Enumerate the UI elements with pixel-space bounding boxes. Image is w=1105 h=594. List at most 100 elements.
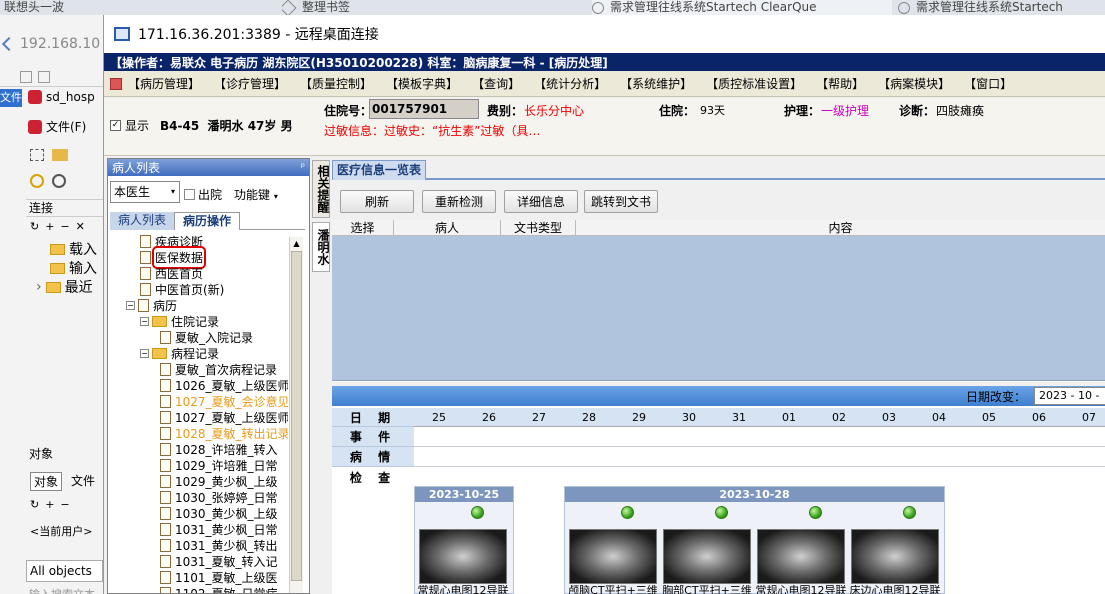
column-doc-type[interactable]: 文书类型 (501, 220, 576, 236)
scroll-thumb[interactable] (291, 251, 302, 581)
tree-item[interactable]: 1028_夏敏_转出记录 (160, 425, 288, 441)
exam-thumbnail[interactable] (757, 529, 845, 584)
select-icon[interactable] (30, 149, 44, 161)
tree-item[interactable]: 1031_黄少枫_转出 (160, 537, 278, 553)
tree-item[interactable]: 疾病诊断 (140, 233, 203, 249)
tree-item[interactable]: 1030_黄少枫_上级 (160, 505, 278, 521)
tree-item-label: 1028_夏敏_转出记录 (175, 426, 288, 441)
host-toolbar (0, 67, 103, 87)
tree-item[interactable]: 1030_张婷婷_日常 (160, 489, 278, 505)
open-folder-icon[interactable] (52, 149, 68, 161)
menu-case-module[interactable]: 【病案模块】 (878, 75, 950, 92)
tree-item[interactable]: 夏敏_首次病程记录 (160, 361, 277, 377)
recheck-button[interactable]: 重新检测 (422, 190, 496, 213)
column-patient[interactable]: 病人 (394, 220, 501, 236)
menu-qc-standard[interactable]: 【质控标准设置】 (706, 75, 802, 92)
tree-item[interactable]: 西医首页 (140, 265, 203, 281)
menu-record-mgmt[interactable]: 【病历管理】 (128, 75, 200, 92)
document-icon (160, 522, 171, 536)
browser-tab[interactable]: 需求管理往线系统Startech ClearQue (592, 0, 892, 15)
tree-item[interactable]: 中医首页(新) (140, 281, 224, 297)
records-grid-body[interactable] (332, 236, 1105, 381)
menu-quality-control[interactable]: 【质量控制】 (300, 75, 372, 92)
app-titlebar: 【操作者：易联众 电子病历 湖东院区(H35010200228) 科室：脑病康复… (104, 53, 1105, 71)
database-icon (28, 90, 42, 104)
tree-item[interactable]: 1028_许培雅_转入 (160, 441, 278, 457)
object-filter-select[interactable]: All objects (26, 560, 103, 582)
db-node[interactable]: sd_hosp (28, 90, 95, 104)
exam-thumbnail[interactable] (419, 529, 507, 584)
tree-item[interactable]: 1102_夏敏_日常病 (160, 585, 278, 593)
conn-item[interactable]: › 最近 (36, 277, 93, 297)
tab-files[interactable]: 文件 (68, 472, 98, 491)
tree-item[interactable]: − 病程记录 (140, 345, 219, 361)
gear-icon[interactable] (52, 174, 66, 188)
menu-treatment-mgmt[interactable]: 【诊疗管理】 (214, 75, 286, 92)
refresh-button[interactable]: 刷新 (340, 190, 414, 213)
host-menu-file[interactable]: 文件 (0, 89, 22, 107)
jump-to-doc-button[interactable]: 跳转到文书 (584, 190, 658, 213)
date-picker[interactable]: 2023 - 10 - (1034, 387, 1105, 405)
tree-item[interactable]: 1027_夏敏_会诊意见 (160, 393, 288, 409)
remote-desktop-window: 171.16.36.201:3389 - 远程桌面连接 【操作者：易联众 电子病… (103, 15, 1105, 594)
browser-tab[interactable]: 整理书签 (282, 0, 502, 15)
show-checkbox[interactable]: ✓ 显示 (110, 117, 149, 134)
tree-item[interactable]: 医保数据 (140, 245, 207, 269)
exam-thumbnail[interactable] (569, 529, 657, 584)
function-key-menu[interactable]: 功能键 ▾ (234, 186, 278, 203)
file-menu[interactable]: 文件(F) (28, 118, 86, 135)
tree-item[interactable]: 1027_夏敏_上级医师 (160, 409, 288, 425)
date-change-label: 日期改变： (966, 390, 1027, 404)
tab-medical-overview[interactable]: 医疗信息一览表 (332, 160, 427, 180)
exam-thumbnail[interactable] (663, 529, 751, 584)
address-bar[interactable]: 192.168.10 (0, 29, 103, 59)
browser-tab[interactable]: 联想头一波 (4, 0, 100, 15)
scroll-up-icon[interactable]: ▲ (290, 237, 303, 251)
menu-system[interactable]: 【系统维护】 (620, 75, 692, 92)
search-input[interactable]: 输入搜索文本 (26, 585, 103, 594)
browser-tab[interactable]: 需求管理往线系统Startech (898, 0, 1105, 15)
conn-item[interactable]: 载入 (50, 239, 97, 259)
collapse-toggle-icon[interactable]: − (140, 348, 149, 358)
tab-objects[interactable]: 对象 (30, 472, 63, 491)
tree-item[interactable]: 1031_夏敏_转入记 (160, 553, 278, 569)
tab-record-ops[interactable]: 病历操作 (174, 212, 240, 230)
show-label: 显示 (125, 119, 150, 133)
document-icon (160, 586, 171, 593)
key-icon[interactable] (30, 174, 44, 188)
tree-item[interactable]: 1029_黄少枫_上级 (160, 473, 278, 489)
collapse-toggle-icon[interactable]: − (140, 316, 149, 326)
details-button[interactable]: 详细信息 (504, 190, 578, 213)
status-ok-icon (621, 506, 634, 519)
menu-window[interactable]: 【窗口】 (964, 75, 1012, 92)
tree-item[interactable]: 1029_许培雅_日常 (160, 457, 278, 473)
tab-related-reminder[interactable]: 相关提醒 (312, 160, 330, 218)
menu-query[interactable]: 【查询】 (472, 75, 520, 92)
current-user[interactable]: <当前用户> (30, 523, 103, 539)
tree-item[interactable]: 1026_夏敏_上级医师 (160, 377, 288, 393)
doctor-select[interactable]: 本医生 ▾ (110, 181, 180, 203)
exam-caption: 胸部CT平扫+三维重建 (662, 585, 752, 594)
tree-item[interactable]: − 住院记录 (140, 313, 219, 329)
tree-item[interactable]: 1031_黄少枫_日常 (160, 521, 278, 537)
conn-item[interactable]: 输入 (50, 258, 97, 278)
tree-item[interactable]: − 病历 (126, 297, 177, 313)
tree-scrollbar[interactable]: ▲ (289, 237, 303, 593)
inpatient-no-field[interactable]: 001757901 (369, 99, 479, 119)
collapse-toggle-icon[interactable]: − (126, 300, 135, 310)
tree-item[interactable]: 夏敏_入院记录 (160, 329, 253, 345)
tab-patient-name[interactable]: 潘明水 (312, 222, 330, 272)
tree-item[interactable]: 1101_夏敏_上级医 (160, 569, 278, 585)
diagnosis-value: 四肢瘫痪 (936, 104, 985, 118)
menu-template-dict[interactable]: 【模板字典】 (386, 75, 458, 92)
menu-statistics[interactable]: 【统计分析】 (534, 75, 606, 92)
column-content[interactable]: 内容 (576, 220, 1105, 236)
exam-thumbnail[interactable] (851, 529, 939, 584)
note-icon[interactable] (38, 70, 50, 83)
pin-icon[interactable]: ᵖ (301, 162, 305, 173)
discharge-checkbox[interactable]: 出院 (184, 186, 222, 203)
tab-patient-list[interactable]: 病人列表 (110, 212, 174, 230)
menu-help[interactable]: 【帮助】 (816, 75, 864, 92)
checkbox-icon[interactable] (20, 70, 32, 83)
column-select[interactable]: 选择 (332, 220, 394, 236)
